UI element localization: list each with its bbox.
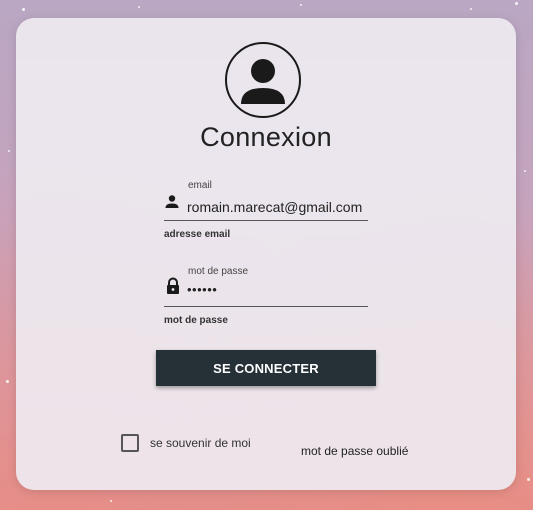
account-circle-icon — [225, 42, 301, 118]
background-speck — [470, 8, 472, 10]
email-field[interactable]: romain.marecat@gmail.com — [187, 199, 362, 215]
email-field-underline — [164, 220, 368, 221]
background-speck — [138, 6, 140, 8]
background-speck — [515, 2, 518, 5]
background-speck — [22, 8, 25, 11]
person-icon — [164, 194, 180, 210]
password-field[interactable]: •••••• — [187, 282, 217, 297]
background-speck — [527, 478, 530, 481]
background-speck — [300, 4, 302, 6]
email-helper-text: adresse email — [164, 229, 231, 240]
password-helper-text: mot de passe — [164, 315, 228, 326]
background-speck — [8, 150, 10, 152]
email-floating-label: email — [188, 180, 212, 191]
background-speck — [524, 170, 526, 172]
background-speck — [6, 380, 9, 383]
remember-me-checkbox[interactable] — [121, 434, 139, 452]
remember-me-label[interactable]: se souvenir de moi — [150, 436, 251, 450]
login-card: Connexion email romain.marecat@gmail.com… — [16, 18, 516, 490]
password-field-underline — [164, 306, 368, 307]
login-button[interactable]: SE CONNECTER — [156, 350, 376, 386]
background-speck — [110, 500, 112, 502]
page-title: Connexion — [200, 122, 332, 152]
forgot-password-link[interactable]: mot de passe oublié — [301, 444, 408, 458]
password-floating-label: mot de passe — [188, 266, 249, 277]
lock-icon — [165, 277, 181, 294]
